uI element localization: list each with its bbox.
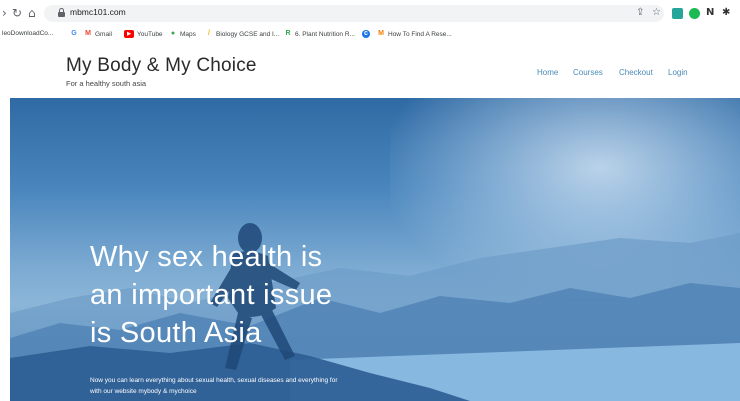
research-icon: M: [378, 30, 384, 37]
bookmark-label: Biology GCSE and I...: [216, 30, 280, 38]
bookmark-item[interactable]: M Gmail: [84, 30, 112, 38]
google-icon: G: [71, 30, 77, 37]
bookmark-label: leoDownloadCo...: [2, 30, 54, 37]
nav-checkout-link[interactable]: Checkout: [619, 68, 653, 77]
hero-subtext-line: Now you can learn everything about sexua…: [90, 377, 338, 384]
bookmark-label: 6. Plant Nutrition R...: [295, 30, 355, 38]
biology-icon: /: [208, 30, 210, 37]
bookmark-item[interactable]: ▶ YouTube: [124, 30, 163, 38]
grammarly-icon[interactable]: [689, 8, 700, 19]
reload-icon[interactable]: ↻: [12, 6, 22, 20]
url-text[interactable]: mbmc101.com: [70, 7, 126, 17]
hero-heading: Why sex health is an important issue is …: [90, 238, 450, 352]
bookmark-item[interactable]: R 6. Plant Nutrition R...: [284, 30, 355, 38]
site-title[interactable]: My Body & My Choice: [66, 55, 257, 77]
bookmark-label: YouTube: [137, 30, 163, 38]
nav-home-link[interactable]: Home: [537, 68, 558, 77]
lock-icon[interactable]: [58, 8, 65, 17]
nav-courses-link[interactable]: Courses: [573, 68, 603, 77]
hero-heading-line: Why sex health is: [90, 241, 323, 273]
bookmark-item[interactable]: ● Maps: [169, 30, 196, 38]
site-header: My Body & My Choice For a healthy south …: [0, 44, 740, 98]
gmail-icon: M: [85, 30, 91, 37]
hero-subtext-line: with our website mybody & mychoice: [90, 388, 197, 395]
youtube-icon: ▶: [124, 30, 134, 38]
bookmark-item[interactable]: M How To Find A Rese...: [377, 30, 452, 38]
hero-heading-line: an important issue: [90, 279, 333, 311]
address-bar[interactable]: [44, 5, 664, 22]
nav-login-link[interactable]: Login: [668, 68, 688, 77]
bookmark-item[interactable]: leoDownloadCo...: [2, 30, 53, 37]
extension-icon[interactable]: [672, 8, 683, 19]
bookmark-item[interactable]: G: [70, 30, 78, 38]
bookmark-item[interactable]: / Biology GCSE and I...: [205, 30, 279, 38]
star-icon[interactable]: ☆: [652, 7, 661, 19]
hero-heading-line: is South Asia: [90, 317, 262, 349]
bookmark-label: Maps: [180, 30, 196, 38]
site-tagline: For a healthy south asia: [66, 79, 147, 88]
share-icon[interactable]: ⇪: [636, 7, 644, 19]
forward-icon[interactable]: ›: [2, 6, 7, 20]
bookmark-label: Gmail: [95, 30, 112, 38]
extensions-puzzle-icon[interactable]: ✱: [722, 7, 730, 19]
bookmark-label: How To Find A Rese...: [388, 30, 452, 38]
bookmark-item[interactable]: c: [362, 30, 370, 38]
bookmarks-bar: leoDownloadCo... G M Gmail ▶ YouTube ● M…: [0, 28, 740, 44]
maps-icon: ●: [170, 30, 176, 37]
browser-toolbar: › ↻ ⌂ mbmc101.com ⇪ ☆ N ✱: [0, 0, 740, 28]
hero-banner: Why sex health is an important issue is …: [10, 98, 740, 401]
hero-subtext: Now you can learn everything about sexua…: [90, 375, 430, 397]
plant-icon: R: [285, 30, 291, 37]
home-icon[interactable]: ⌂: [28, 6, 36, 20]
chrome-icon: c: [362, 30, 370, 38]
notion-icon[interactable]: N: [706, 7, 714, 19]
